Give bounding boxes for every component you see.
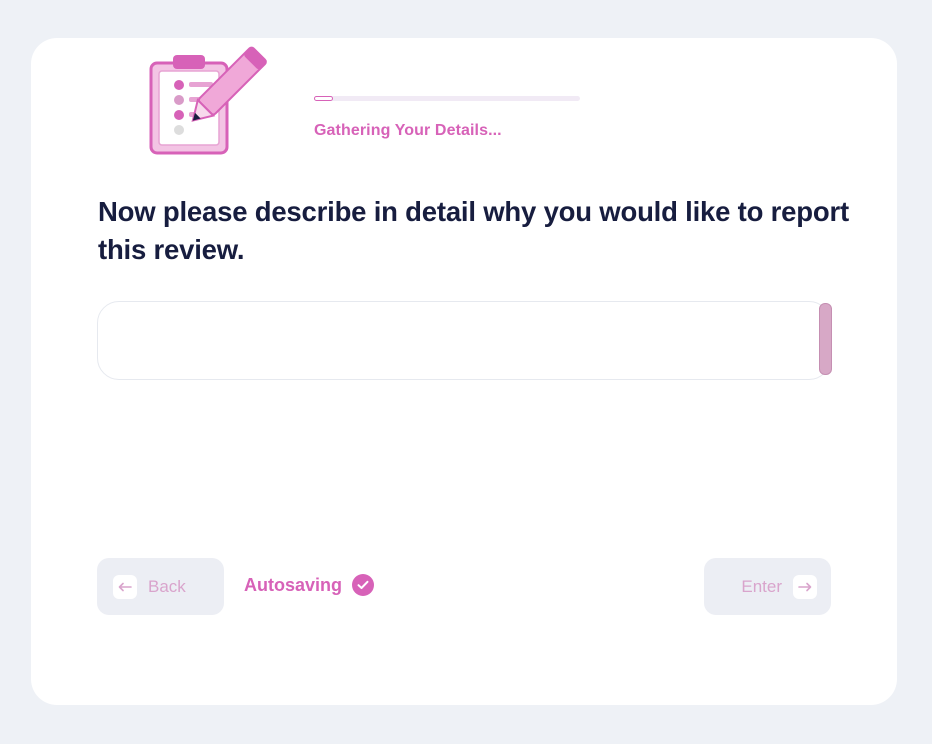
enter-button[interactable]: Enter (704, 558, 831, 615)
clipboard-pencil-illustration (147, 43, 267, 155)
autosave-label: Autosaving (244, 574, 343, 595)
back-button-label: Back (148, 576, 186, 596)
autosave-indicator: Autosaving (244, 574, 375, 596)
arrow-left-icon (113, 574, 137, 599)
question-heading: Now please describe in detail why you wo… (98, 196, 849, 265)
answer-field-wrapper (97, 301, 832, 380)
enter-button-label: Enter (741, 576, 782, 596)
check-circle-icon (352, 574, 375, 596)
back-button[interactable]: Back (97, 558, 224, 615)
textarea-scrollbar[interactable] (819, 303, 832, 375)
progress-bar (314, 96, 580, 101)
progress-bar-fill (314, 96, 333, 101)
arrow-right-icon (793, 574, 817, 599)
form-card: Gathering Your Details... Now please des… (31, 38, 897, 705)
answer-textarea[interactable] (97, 301, 831, 380)
progress-status-text: Gathering Your Details... (314, 122, 502, 139)
